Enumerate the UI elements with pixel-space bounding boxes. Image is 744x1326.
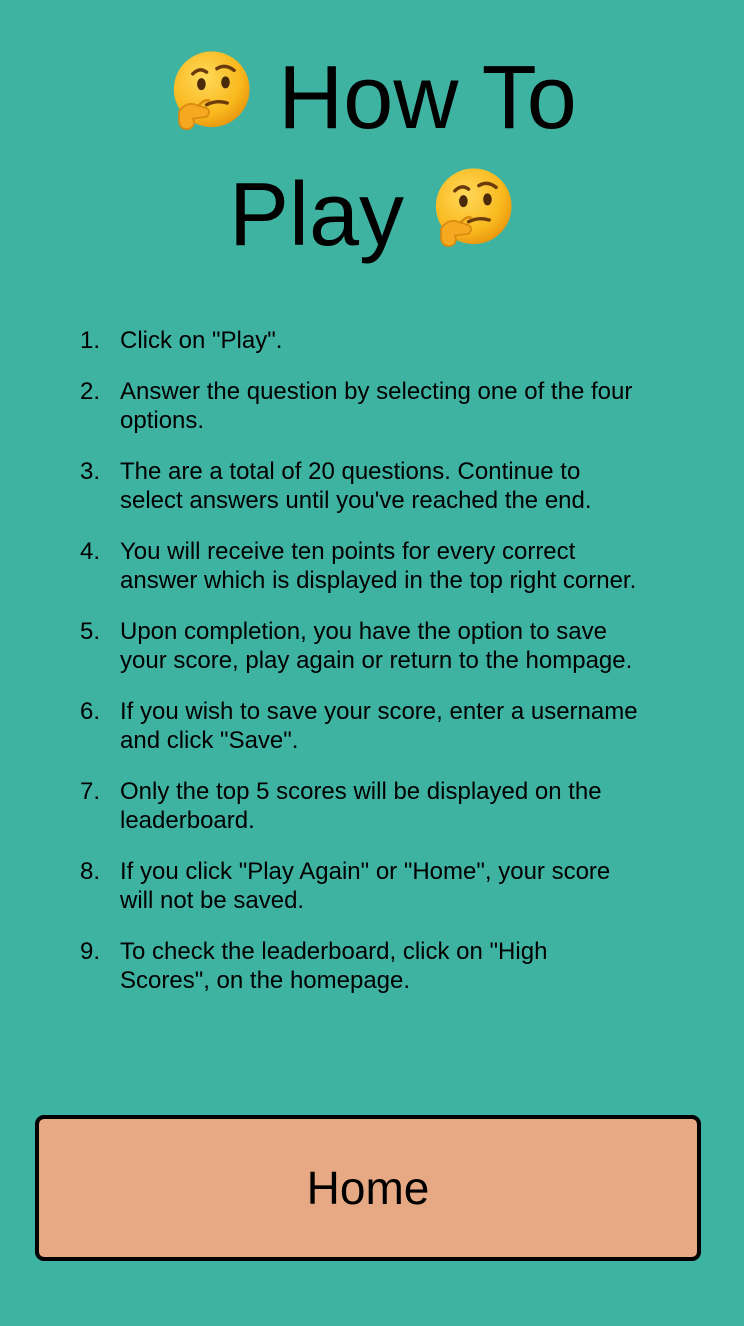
title-text-line-1: How To <box>278 48 577 148</box>
step-text: If you wish to save your score, enter a … <box>120 698 638 754</box>
instruction-step: 4. You will receive ten points for every… <box>80 537 640 595</box>
instruction-step: 3. The are a total of 20 questions. Cont… <box>80 457 640 515</box>
instruction-step: 1. Click on "Play". <box>80 326 640 355</box>
instruction-step: 6. If you wish to save your score, enter… <box>80 697 640 755</box>
title-line-1: How To <box>0 40 744 157</box>
step-text: The are a total of 20 questions. Continu… <box>120 458 592 514</box>
step-number: 2. <box>80 378 101 405</box>
thinking-face-icon <box>167 48 253 134</box>
instructions-list: 1. Click on "Play". 2. Answer the questi… <box>80 326 640 1017</box>
instruction-step: 8. If you click "Play Again" or "Home", … <box>80 857 640 915</box>
instruction-step: 7. Only the top 5 scores will be display… <box>80 777 640 835</box>
step-text: Only the top 5 scores will be displayed … <box>120 778 602 834</box>
step-text: Answer the question by selecting one of … <box>120 378 633 434</box>
step-number: 9. <box>80 938 101 965</box>
instruction-step: 5. Upon completion, you have the option … <box>80 617 640 675</box>
step-number: 8. <box>80 858 101 885</box>
step-text: To check the leaderboard, click on "High… <box>120 938 548 994</box>
page-title: How To Play <box>0 40 744 274</box>
step-number: 5. <box>80 618 101 645</box>
thinking-face-icon <box>429 165 515 251</box>
instruction-step: 2. Answer the question by selecting one … <box>80 377 640 435</box>
step-text: If you click "Play Again" or "Home", you… <box>120 858 611 914</box>
title-text-line-2: Play <box>228 165 405 265</box>
title-line-2: Play <box>0 157 744 274</box>
step-number: 7. <box>80 778 101 805</box>
step-number: 1. <box>80 327 101 354</box>
instruction-step: 9. To check the leaderboard, click on "H… <box>80 937 640 995</box>
step-number: 3. <box>80 458 101 485</box>
step-text: You will receive ten points for every co… <box>120 538 637 594</box>
step-number: 4. <box>80 538 101 565</box>
home-button[interactable]: Home <box>35 1115 701 1261</box>
step-number: 6. <box>80 698 101 725</box>
step-text: Upon completion, you have the option to … <box>120 618 633 674</box>
step-text: Click on "Play". <box>120 327 283 354</box>
